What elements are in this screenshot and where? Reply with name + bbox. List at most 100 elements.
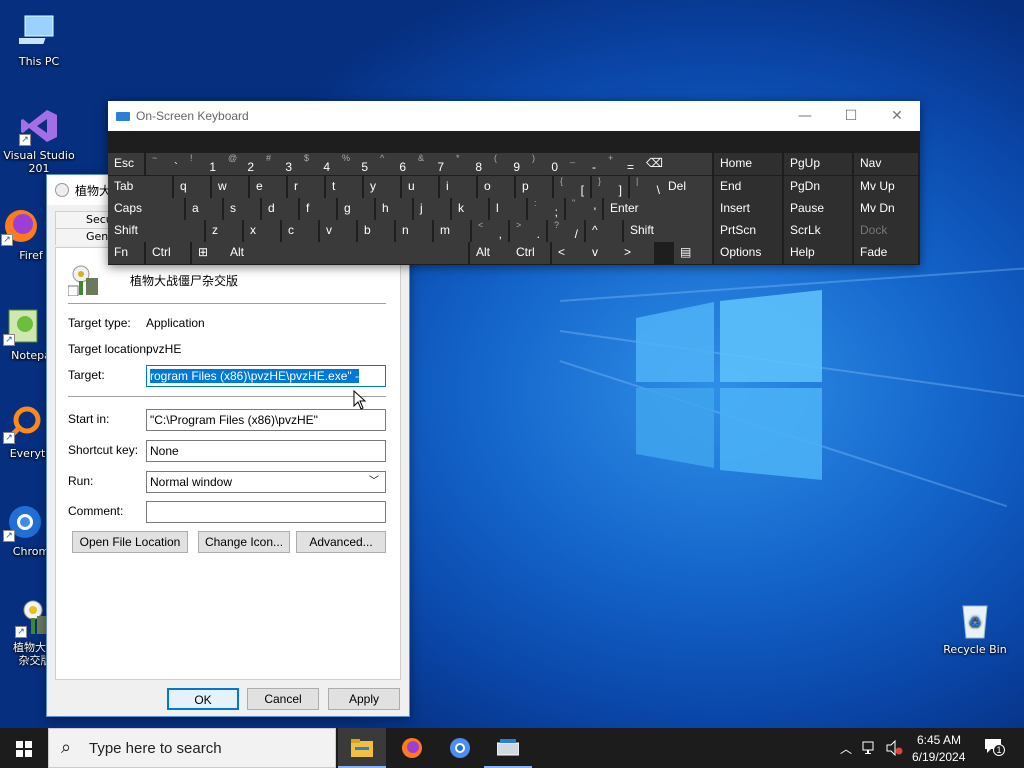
osk-key-tab[interactable]: Tab	[108, 176, 172, 198]
osk-key-quote[interactable]: " '	[566, 198, 602, 220]
osk-key-l[interactable]: l	[490, 198, 526, 220]
osk-key-m[interactable]: m	[434, 220, 470, 242]
osk-key-2[interactable]: @2	[222, 153, 260, 175]
osk-key-ctrl-left[interactable]: Ctrl	[146, 242, 190, 264]
osk-key-pause[interactable]: Pause	[784, 198, 852, 220]
osk-key-r[interactable]: r	[288, 176, 324, 198]
apply-button[interactable]: Apply	[328, 688, 400, 710]
osk-key-semicolon[interactable]: :;	[528, 198, 564, 220]
osk-key-y[interactable]: y	[364, 176, 400, 198]
network-icon[interactable]	[862, 740, 878, 756]
osk-key-alt-left[interactable]: Alt	[224, 242, 260, 264]
desktop-icon-recycle-bin[interactable]: ♻ Recycle Bin	[938, 600, 1012, 656]
osk-key-a[interactable]: a	[186, 198, 222, 220]
osk-key-5[interactable]: % 5	[336, 153, 374, 175]
comment-field[interactable]	[146, 501, 386, 523]
osk-key-caps[interactable]: Caps	[108, 198, 184, 220]
osk-key-s[interactable]: s	[224, 198, 260, 220]
osk-key-q[interactable]: q	[174, 176, 210, 198]
osk-key-backslash[interactable]: | \	[630, 176, 666, 198]
taskbar-search-box[interactable]: ⌕ Type here to search	[48, 728, 336, 768]
osk-key-g[interactable]: g	[338, 198, 374, 220]
osk-key-f[interactable]: f	[300, 198, 336, 220]
osk-key-menu[interactable]: ▤	[674, 242, 712, 264]
osk-key-minus[interactable]: _ -	[564, 153, 602, 175]
close-button[interactable]: ✕	[874, 101, 920, 131]
osk-key-0[interactable]: ) 0	[526, 153, 564, 175]
osk-key-4[interactable]: $4	[298, 153, 336, 175]
osk-key-home[interactable]: Home	[714, 153, 782, 175]
taskbar-chromium[interactable]	[436, 728, 484, 768]
minimize-button[interactable]: —	[782, 101, 828, 131]
osk-key-fn[interactable]: Fn	[108, 242, 144, 264]
osk-key-alt-right[interactable]: Alt	[470, 242, 510, 264]
osk-key-z[interactable]: z	[206, 220, 242, 242]
start-in-field[interactable]: "C:\Program Files (x86)\pvzHE"	[146, 409, 386, 431]
osk-key-pgdn[interactable]: PgDn	[784, 176, 852, 198]
taskbar-on-screen-keyboard[interactable]	[484, 728, 532, 768]
osk-key-slash[interactable]: ? /	[548, 220, 584, 242]
osk-key-e[interactable]: e	[250, 176, 286, 198]
clock-date[interactable]: 6/19/2024	[912, 750, 965, 764]
osk-key-insert[interactable]: Insert	[714, 198, 782, 220]
osk-key-k[interactable]: k	[452, 198, 488, 220]
maximize-button[interactable]: ☐	[828, 101, 874, 131]
cancel-button[interactable]: Cancel	[247, 688, 319, 710]
osk-key-h[interactable]: h	[376, 198, 412, 220]
osk-key-v[interactable]: v	[320, 220, 356, 242]
osk-key-d[interactable]: d	[262, 198, 298, 220]
desktop-icon-visual-studio[interactable]: ↗ Visual Studio 201	[2, 106, 76, 175]
taskbar-file-explorer[interactable]	[338, 728, 386, 768]
osk-key-left-arrow[interactable]: <	[552, 242, 586, 264]
osk-key-ctrl-right[interactable]: Ctrl	[510, 242, 550, 264]
osk-key-t[interactable]: t	[326, 176, 362, 198]
osk-key-shift-left[interactable]: Shift	[108, 220, 204, 242]
osk-key-7[interactable]: & 7	[412, 153, 450, 175]
osk-key-options[interactable]: Options	[714, 242, 782, 264]
osk-key-open-bracket[interactable]: {[	[554, 176, 590, 198]
osk-key-c[interactable]: c	[282, 220, 318, 242]
advanced-button[interactable]: Advanced...	[296, 531, 386, 553]
osk-key-p[interactable]: p	[516, 176, 552, 198]
osk-key-backtick[interactable]: ~ `	[146, 153, 184, 175]
change-icon-button[interactable]: Change Icon...	[198, 531, 290, 553]
osk-key-del[interactable]: Del	[662, 176, 712, 198]
osk-key-prtscn[interactable]: PrtScn	[714, 220, 782, 242]
osk-key-mv-dn[interactable]: Mv Dn	[854, 198, 918, 220]
osk-key-o[interactable]: o	[478, 176, 514, 198]
open-file-location-button[interactable]: Open File Location	[72, 531, 188, 553]
osk-key-space[interactable]	[260, 242, 468, 264]
notification-button[interactable]: 1	[984, 738, 1005, 758]
start-button[interactable]	[0, 728, 48, 768]
osk-key-9[interactable]: (9	[488, 153, 526, 175]
osk-key-backspace[interactable]: ⌫	[640, 153, 712, 175]
osk-key-u[interactable]: u	[402, 176, 438, 198]
osk-key-mv-up[interactable]: Mv Up	[854, 176, 918, 198]
osk-key-dock[interactable]: Dock	[854, 220, 918, 242]
osk-key-fade[interactable]: Fade	[854, 242, 918, 264]
chevron-up-icon[interactable]: ︿	[840, 740, 852, 757]
osk-key-close-bracket[interactable]: }]	[592, 176, 628, 198]
osk-key-i[interactable]: i	[440, 176, 476, 198]
osk-key-help[interactable]: Help	[784, 242, 852, 264]
target-field[interactable]: rogram Files (x86)\pvzHE\pvzHE.exe" -	[146, 365, 386, 387]
taskbar-firefox[interactable]	[388, 728, 436, 768]
osk-key-x[interactable]: x	[244, 220, 280, 242]
desktop-icon-this-pc[interactable]: This PC	[2, 12, 76, 68]
osk-key-right-arrow[interactable]: >	[618, 242, 654, 264]
osk-key-j[interactable]: j	[414, 198, 450, 220]
clock-time[interactable]: 6:45 AM	[917, 733, 961, 747]
osk-key-n[interactable]: n	[396, 220, 432, 242]
osk-key-comma[interactable]: <,	[472, 220, 508, 242]
osk-key-8[interactable]: * 8	[450, 153, 488, 175]
speaker-muted-icon[interactable]	[886, 740, 904, 756]
osk-key-shift-right[interactable]: Shift	[624, 220, 712, 242]
osk-key-scrlk[interactable]: ScrLk	[784, 220, 852, 242]
osk-key-1[interactable]: ! 1	[184, 153, 222, 175]
osk-key-end[interactable]: End	[714, 176, 782, 198]
osk-key-up-arrow[interactable]: ^	[586, 220, 622, 242]
osk-key-period[interactable]: >.	[510, 220, 546, 242]
ok-button[interactable]: OK	[167, 688, 239, 710]
shortcut-key-field[interactable]: None	[146, 440, 386, 462]
osk-key-3[interactable]: #3	[260, 153, 298, 175]
